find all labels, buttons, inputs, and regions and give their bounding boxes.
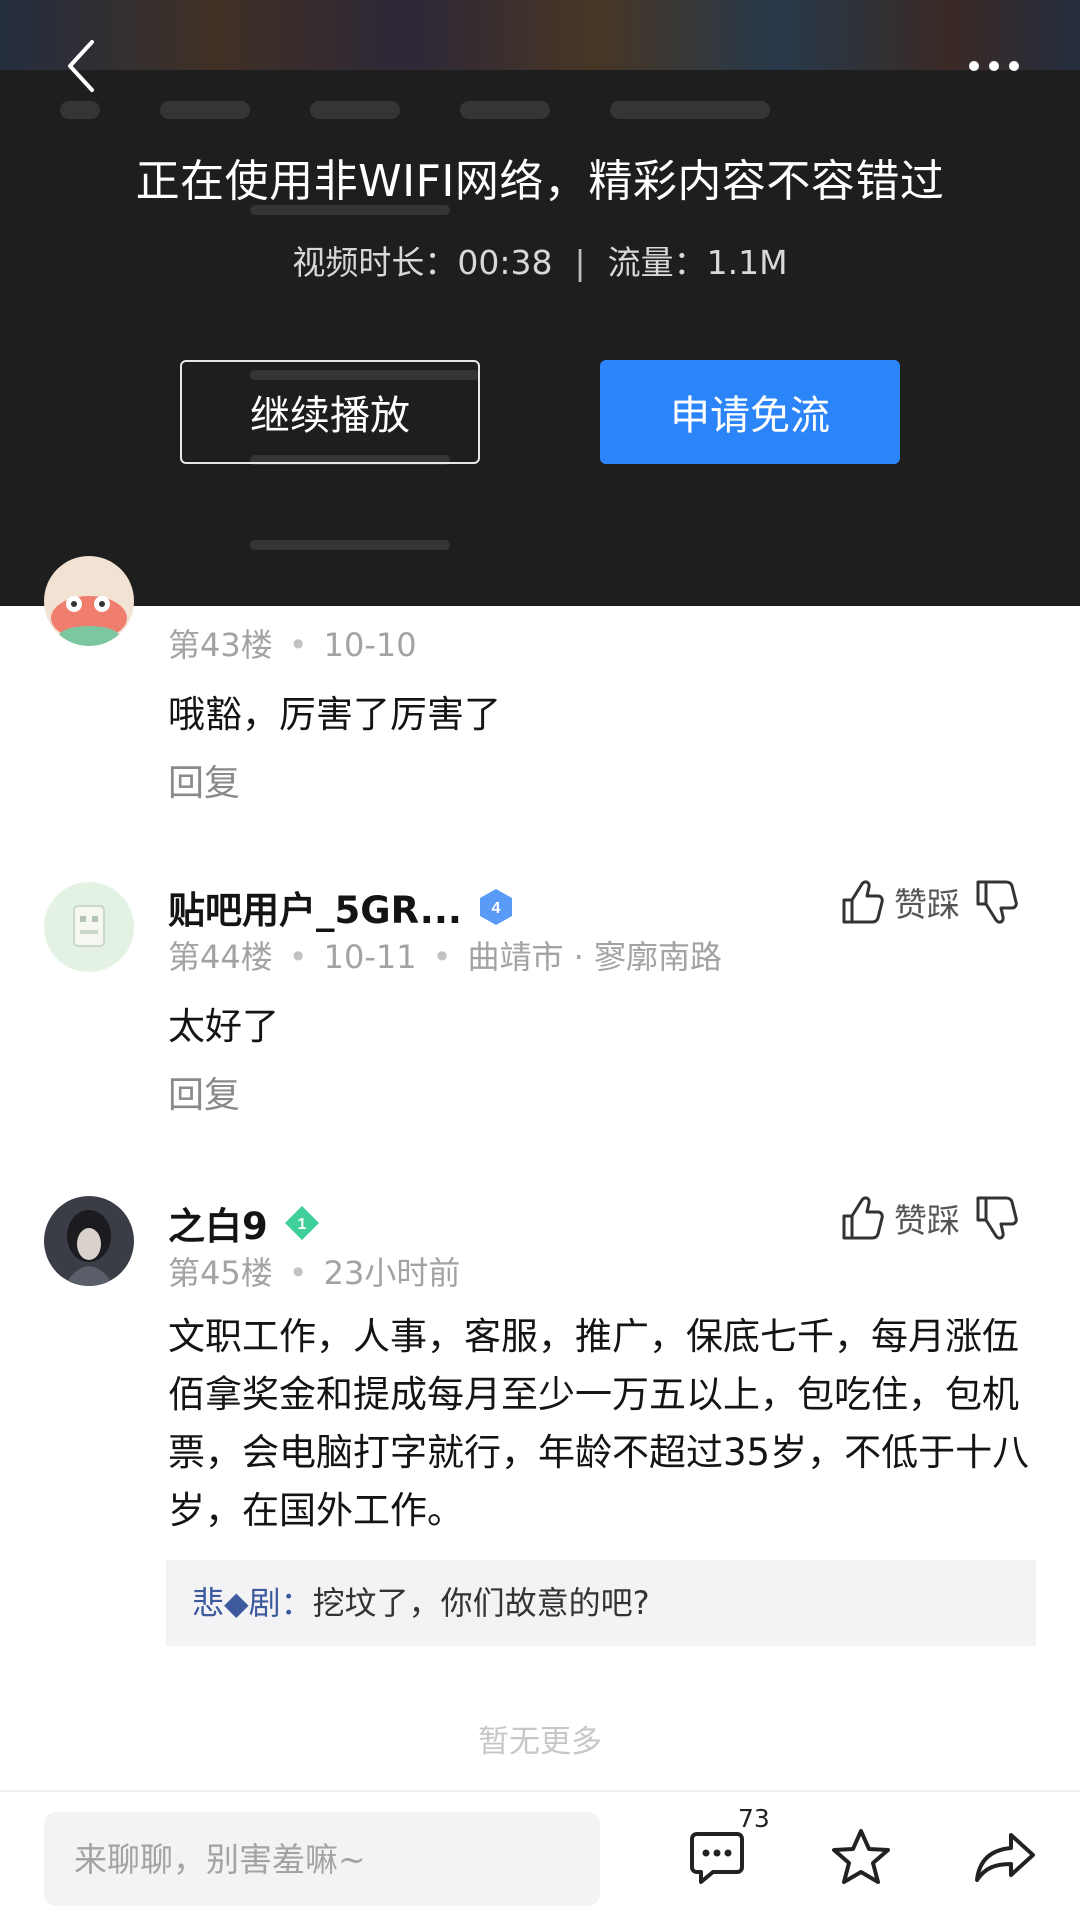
more-dots-icon bbox=[969, 61, 1019, 71]
share-arrow-icon bbox=[975, 1833, 1035, 1882]
share-button[interactable] bbox=[970, 1822, 1040, 1892]
video-info: 视频时长：00:38 | 流量：1.1M bbox=[0, 236, 1080, 284]
comment-count: 73 bbox=[738, 1804, 770, 1833]
comment-meta: 第45楼 • 23小时前 bbox=[168, 1254, 461, 1292]
floor-number: 第43楼 bbox=[168, 626, 273, 664]
sub-reply-text: 挖坟了，你们故意的吧? bbox=[312, 1584, 650, 1622]
reply-button[interactable]: 回复 bbox=[168, 1066, 240, 1118]
comment-text: 文职工作，人事，客服，推广，保底七千，每月涨伍佰拿奖金和提成每月至少一万五以上，… bbox=[168, 1315, 1030, 1532]
comment-date: 10-10 bbox=[323, 626, 417, 664]
level-badge-icon: 4 bbox=[479, 889, 512, 925]
sub-reply[interactable]: 悲◆剧：挖坟了，你们故意的吧? bbox=[166, 1560, 1036, 1646]
thumbs-up-icon[interactable] bbox=[840, 878, 884, 926]
bottom-bar: 73 bbox=[0, 1790, 1080, 1920]
apply-free-data-button[interactable]: 申请免流 bbox=[600, 360, 900, 464]
comment-bubble-icon bbox=[690, 1832, 744, 1884]
video-player[interactable]: 正在使用非WIFI网络，精彩内容不容错过 视频时长：00:38 | 流量：1.1M … bbox=[0, 0, 1080, 606]
continue-play-button[interactable]: 继续播放 bbox=[180, 360, 480, 464]
floor-number: 第44楼 bbox=[168, 938, 273, 976]
avatar[interactable] bbox=[44, 882, 134, 972]
no-more-label: 暂无更多 bbox=[478, 1724, 602, 1760]
back-button[interactable] bbox=[52, 36, 112, 96]
more-button[interactable] bbox=[962, 44, 1026, 88]
level-number: 4 bbox=[492, 900, 501, 917]
reply-button[interactable]: 回复 bbox=[168, 754, 240, 806]
star-icon bbox=[832, 1829, 890, 1884]
info-separator: | bbox=[574, 243, 586, 282]
thumbs-down-icon[interactable] bbox=[974, 1194, 1018, 1242]
video-duration: 视频时长：00:38 bbox=[292, 243, 553, 282]
vote-controls: 赞踩 bbox=[840, 878, 1018, 926]
level-number: 1 bbox=[297, 1216, 306, 1233]
video-background-ghost bbox=[0, 88, 1080, 132]
network-warning-title: 正在使用非WIFI网络，精彩内容不容错过 bbox=[135, 156, 945, 207]
author-name[interactable]: 贴吧用户_5GR... bbox=[168, 880, 462, 934]
comment-meta: 第44楼 • 10-11 • 曲靖市 · 寥廓南路 bbox=[168, 938, 722, 976]
thumbs-up-icon[interactable] bbox=[840, 1194, 884, 1242]
chevron-left-icon bbox=[68, 40, 94, 92]
comment-author[interactable]: 贴吧用户_5GR... 4 bbox=[168, 880, 516, 934]
video-traffic: 流量：1.1M bbox=[607, 243, 788, 282]
avatar[interactable] bbox=[44, 556, 134, 646]
favorite-button[interactable] bbox=[826, 1822, 896, 1892]
comment-date: 10-11 bbox=[323, 938, 417, 976]
author-name[interactable]: 之白9 bbox=[168, 1196, 268, 1250]
comment-date: 23小时前 bbox=[323, 1254, 461, 1292]
avatar[interactable] bbox=[44, 1196, 134, 1286]
vote-controls: 赞踩 bbox=[840, 1194, 1018, 1242]
comment-author[interactable]: 之白9 1 bbox=[168, 1196, 322, 1250]
vote-label: 赞踩 bbox=[894, 885, 960, 924]
vote-label: 赞踩 bbox=[894, 1201, 960, 1240]
comment-text: 哦豁，厉害了厉害了 bbox=[168, 693, 501, 736]
comment-text: 太好了 bbox=[168, 1005, 279, 1048]
video-background-strip bbox=[0, 0, 1080, 70]
comment-location: 曲靖市 · 寥廓南路 bbox=[467, 938, 722, 976]
comment-input[interactable] bbox=[44, 1812, 600, 1906]
level-badge-icon: 1 bbox=[284, 1206, 319, 1240]
floor-number: 第45楼 bbox=[168, 1254, 273, 1292]
sub-reply-user[interactable]: 悲◆剧： bbox=[192, 1584, 313, 1622]
comment-meta: 第43楼 • 10-10 bbox=[168, 626, 417, 664]
thumbs-down-icon[interactable] bbox=[974, 878, 1018, 926]
